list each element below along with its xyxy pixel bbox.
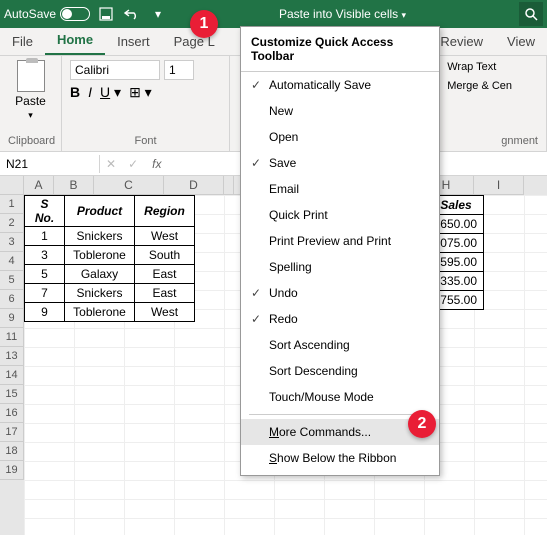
dropdown-title: Customize Quick Access Toolbar bbox=[241, 27, 439, 72]
alignment-label: gnment bbox=[430, 135, 538, 147]
col-header[interactable] bbox=[224, 176, 234, 195]
show-below-ribbon-item[interactable]: Show Below the Ribbon bbox=[241, 445, 439, 471]
col-header[interactable]: B bbox=[54, 176, 94, 195]
header-product: Product bbox=[65, 196, 135, 227]
font-size-input[interactable] bbox=[164, 60, 194, 80]
header-sno: S No. bbox=[25, 196, 65, 227]
search-button[interactable] bbox=[519, 2, 543, 26]
autosave-toggle[interactable]: AutoSave bbox=[4, 7, 90, 21]
autosave-label: AutoSave bbox=[4, 7, 56, 21]
row-header[interactable]: 14 bbox=[0, 366, 24, 385]
dropdown-item[interactable]: Undo bbox=[241, 280, 439, 306]
row-header[interactable]: 5 bbox=[0, 271, 24, 290]
dropdown-item[interactable]: Sort Descending bbox=[241, 358, 439, 384]
dropdown-item[interactable]: Email bbox=[241, 176, 439, 202]
table-row[interactable]: 9TobleroneWest bbox=[25, 303, 195, 322]
undo-icon[interactable] bbox=[124, 6, 140, 22]
callout-2: 2 bbox=[408, 410, 436, 438]
row-header[interactable]: 3 bbox=[0, 233, 24, 252]
fx-enter-icon[interactable]: ✓ bbox=[122, 157, 144, 171]
merge-center-button[interactable]: ⊟ Merge & Cen bbox=[430, 79, 538, 92]
bold-button[interactable]: B bbox=[70, 84, 80, 101]
clipboard-label: Clipboard bbox=[8, 135, 53, 147]
wrap-text-button[interactable]: ↩ Wrap Text bbox=[430, 60, 538, 73]
window-title: Paste into Visible cells ▾ bbox=[166, 7, 519, 21]
clipboard-group: Paste ▾ Clipboard bbox=[0, 56, 62, 151]
fx-icon[interactable]: fx bbox=[144, 157, 169, 171]
font-label: Font bbox=[70, 135, 221, 147]
font-name-input[interactable] bbox=[70, 60, 160, 80]
title-bar: AutoSave ▾ Paste into Visible cells ▾ bbox=[0, 0, 547, 28]
col-header[interactable]: D bbox=[164, 176, 224, 195]
dropdown-item[interactable]: Spelling bbox=[241, 254, 439, 280]
dropdown-item[interactable]: Open bbox=[241, 124, 439, 150]
row-header[interactable]: 6 bbox=[0, 290, 24, 309]
dropdown-item[interactable]: Save bbox=[241, 150, 439, 176]
italic-button[interactable]: I bbox=[88, 84, 92, 101]
col-header[interactable]: C bbox=[94, 176, 164, 195]
border-button[interactable]: ⊞ ▾ bbox=[129, 84, 152, 101]
col-header[interactable]: A bbox=[24, 176, 54, 195]
data-table[interactable]: S No. Product Region 1SnickersWest3Toble… bbox=[24, 195, 195, 322]
dropdown-item[interactable]: Print Preview and Print bbox=[241, 228, 439, 254]
chevron-down-icon[interactable]: ▾ bbox=[150, 6, 166, 22]
qat-dropdown: Customize Quick Access Toolbar Automatic… bbox=[240, 26, 440, 476]
row-header[interactable]: 1 bbox=[0, 195, 24, 214]
row-headers[interactable]: 12345691113141516171819 bbox=[0, 195, 24, 535]
tab-file[interactable]: File bbox=[0, 30, 45, 55]
row-header[interactable]: 11 bbox=[0, 328, 24, 347]
table-row[interactable]: 1SnickersWest bbox=[25, 227, 195, 246]
dropdown-item[interactable]: Touch/Mouse Mode bbox=[241, 384, 439, 410]
fx-cancel-icon[interactable]: ✕ bbox=[100, 157, 122, 171]
tab-view[interactable]: View bbox=[495, 30, 547, 55]
header-region: Region bbox=[135, 196, 195, 227]
save-icon[interactable] bbox=[98, 6, 114, 22]
row-header[interactable]: 2 bbox=[0, 214, 24, 233]
dropdown-item[interactable]: Quick Print bbox=[241, 202, 439, 228]
dropdown-item[interactable]: Redo bbox=[241, 306, 439, 332]
row-header[interactable]: 16 bbox=[0, 404, 24, 423]
table-header-row: S No. Product Region bbox=[25, 196, 195, 227]
name-box[interactable] bbox=[0, 155, 100, 173]
col-header[interactable] bbox=[0, 176, 24, 195]
row-header[interactable]: 19 bbox=[0, 461, 24, 480]
tab-insert[interactable]: Insert bbox=[105, 30, 162, 55]
table-row[interactable]: 5GalaxyEast bbox=[25, 265, 195, 284]
underline-button[interactable]: U ▾ bbox=[100, 84, 121, 101]
row-header[interactable]: 15 bbox=[0, 385, 24, 404]
row-header[interactable]: 17 bbox=[0, 423, 24, 442]
row-header[interactable]: 18 bbox=[0, 442, 24, 461]
callout-1: 1 bbox=[190, 10, 218, 38]
table-row[interactable]: 7SnickersEast bbox=[25, 284, 195, 303]
dropdown-item[interactable]: Sort Ascending bbox=[241, 332, 439, 358]
tab-home[interactable]: Home bbox=[45, 28, 105, 55]
dropdown-item[interactable]: Automatically Save bbox=[241, 72, 439, 98]
toggle-off-icon[interactable] bbox=[60, 7, 90, 21]
dropdown-separator bbox=[249, 414, 431, 415]
row-header[interactable]: 9 bbox=[0, 309, 24, 328]
quick-access-toolbar: ▾ bbox=[98, 6, 166, 22]
row-header[interactable]: 4 bbox=[0, 252, 24, 271]
font-group: B I U ▾ ⊞ ▾ Font bbox=[62, 56, 230, 151]
paste-button[interactable]: Paste ▾ bbox=[8, 60, 53, 121]
row-header[interactable]: 13 bbox=[0, 347, 24, 366]
col-header[interactable]: I bbox=[474, 176, 524, 195]
table-row[interactable]: 3TobleroneSouth bbox=[25, 246, 195, 265]
clipboard-icon bbox=[17, 60, 45, 92]
dropdown-item[interactable]: New bbox=[241, 98, 439, 124]
